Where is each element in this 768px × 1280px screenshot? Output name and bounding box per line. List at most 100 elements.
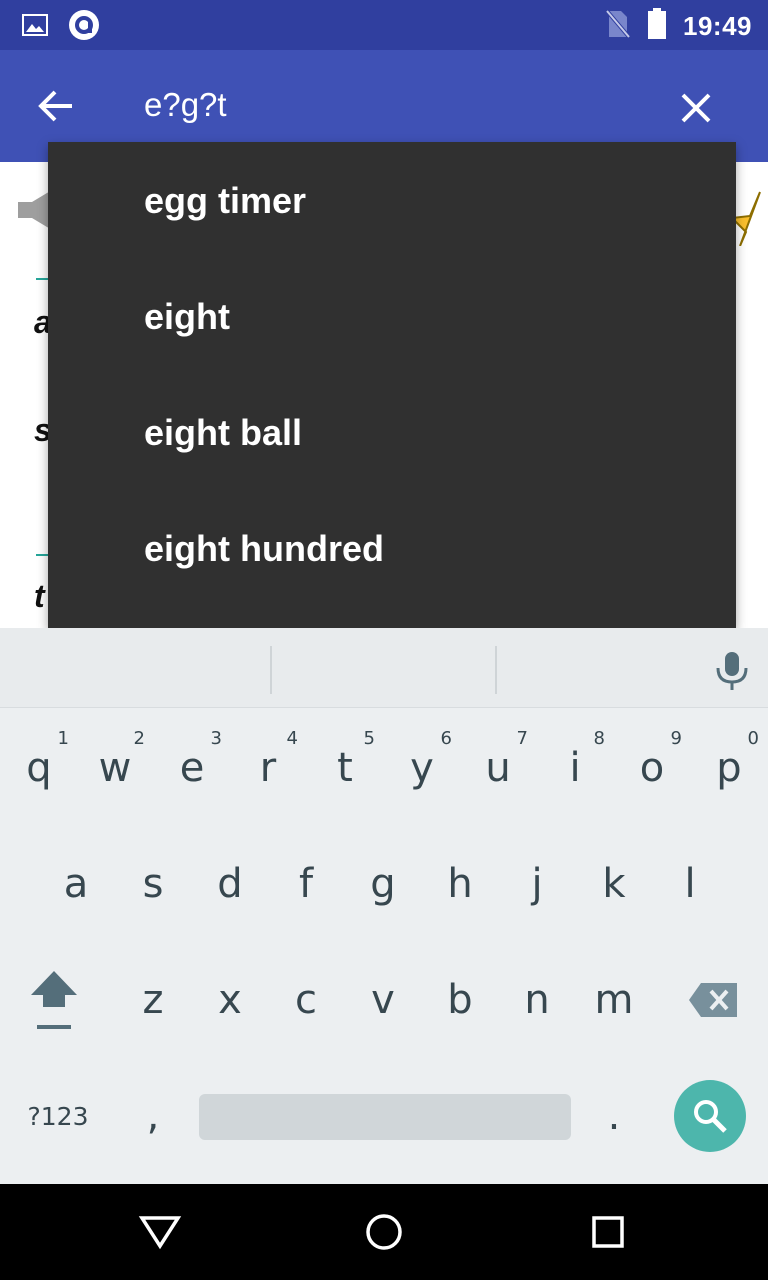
back-arrow-icon	[38, 90, 72, 122]
key-n[interactable]: n	[499, 950, 575, 1050]
symbols-key[interactable]: ?123	[20, 1066, 96, 1166]
key-i[interactable]: i8	[537, 718, 613, 818]
key-k[interactable]: k	[576, 834, 652, 934]
key-hint: 9	[670, 728, 682, 749]
key-label: n	[524, 977, 550, 1023]
suggestion-item[interactable]: eight hundred	[48, 490, 736, 606]
strip-divider	[270, 646, 272, 694]
nav-home-button[interactable]	[360, 1208, 408, 1256]
status-bar: 19:49	[0, 0, 768, 50]
key-label: o	[639, 745, 665, 791]
back-button[interactable]	[30, 80, 82, 132]
suggestion-item[interactable]: eight	[48, 258, 736, 374]
key-label: .	[607, 1093, 621, 1139]
key-label: i	[569, 745, 581, 791]
key-c[interactable]: c	[268, 950, 344, 1050]
nav-recents-button[interactable]	[584, 1208, 632, 1256]
key-m[interactable]: m	[576, 950, 652, 1050]
key-f[interactable]: f	[268, 834, 344, 934]
suggestion-item[interactable]: egg timer	[48, 142, 736, 258]
key-a[interactable]: a	[38, 834, 114, 934]
key-z[interactable]: z	[115, 950, 191, 1050]
search-input[interactable]: e?g?t	[144, 86, 227, 124]
key-x[interactable]: x	[192, 950, 268, 1050]
key-label: l	[684, 861, 696, 907]
clear-button[interactable]	[670, 82, 722, 134]
key-label: s	[142, 861, 164, 907]
key-r[interactable]: r4	[230, 718, 306, 818]
key-u[interactable]: u7	[460, 718, 536, 818]
key-label: j	[531, 861, 543, 907]
key-b[interactable]: b	[422, 950, 498, 1050]
app-badge-icon	[68, 9, 100, 45]
nav-back-button[interactable]	[136, 1208, 184, 1256]
key-label: d	[217, 861, 243, 907]
key-label: q	[26, 745, 52, 791]
key-label: ?123	[27, 1101, 89, 1131]
key-hint: 8	[593, 728, 605, 749]
shift-key[interactable]	[16, 950, 92, 1050]
comma-key[interactable]: ,	[115, 1066, 191, 1166]
key-label: f	[298, 861, 314, 907]
key-s[interactable]: s	[115, 834, 191, 934]
nav-home-icon	[366, 1214, 402, 1250]
key-label: p	[716, 745, 742, 791]
key-t[interactable]: t5	[307, 718, 383, 818]
suggestion-label: egg timer	[144, 180, 307, 221]
nav-back-icon	[138, 1216, 182, 1250]
key-e[interactable]: e3	[154, 718, 230, 818]
key-label: e	[179, 745, 205, 791]
navigation-bar	[0, 1184, 768, 1280]
key-j[interactable]: j	[499, 834, 575, 934]
key-label: v	[371, 977, 395, 1023]
key-v[interactable]: v	[345, 950, 421, 1050]
nav-recents-icon	[592, 1216, 624, 1248]
key-label: k	[602, 861, 626, 907]
speaker-icon[interactable]	[18, 190, 52, 234]
period-key[interactable]: .	[576, 1066, 652, 1166]
key-y[interactable]: y6	[384, 718, 460, 818]
entry-text: t	[34, 578, 45, 614]
key-hint: 4	[286, 728, 298, 749]
key-o[interactable]: o9	[614, 718, 690, 818]
key-label: c	[295, 977, 317, 1023]
key-w[interactable]: w2	[77, 718, 153, 818]
suggestion-item[interactable]: eight ball	[48, 374, 736, 490]
key-label: ,	[146, 1093, 160, 1139]
key-label: g	[370, 861, 396, 907]
backspace-key[interactable]	[676, 950, 752, 1050]
suggestion-dropdown: egg timer eight eight ball eight hundred	[48, 142, 736, 628]
key-p[interactable]: p0	[691, 718, 767, 818]
key-hint: 5	[363, 728, 375, 749]
search-icon	[694, 1100, 727, 1133]
key-label: h	[447, 861, 473, 907]
backspace-icon	[689, 983, 737, 1017]
search-action-key[interactable]	[674, 1080, 746, 1152]
key-d[interactable]: d	[192, 834, 268, 934]
key-l[interactable]: l	[652, 834, 728, 934]
key-label: t	[337, 745, 353, 791]
suggestion-label: eight	[144, 296, 230, 337]
key-hint: 3	[210, 728, 222, 749]
key-hint: 2	[133, 728, 145, 749]
key-label: b	[447, 977, 473, 1023]
spacebar[interactable]	[199, 1094, 571, 1140]
mic-icon[interactable]	[710, 648, 754, 696]
key-label: x	[218, 977, 242, 1023]
battery-icon	[647, 8, 667, 44]
status-time: 19:49	[683, 10, 752, 41]
key-hint: 0	[747, 728, 759, 749]
keyboard-suggestion-strip	[0, 628, 768, 708]
image-icon	[22, 14, 48, 40]
key-hint: 7	[516, 728, 528, 749]
clear-icon	[681, 93, 711, 123]
key-g[interactable]: g	[345, 834, 421, 934]
key-q[interactable]: q1	[1, 718, 77, 818]
key-label: r	[259, 745, 277, 791]
key-hint: 6	[440, 728, 452, 749]
suggestion-label: eight ball	[144, 412, 303, 453]
key-h[interactable]: h	[422, 834, 498, 934]
key-label: m	[594, 977, 634, 1023]
strip-divider	[495, 646, 497, 694]
shift-icon	[31, 971, 77, 1029]
